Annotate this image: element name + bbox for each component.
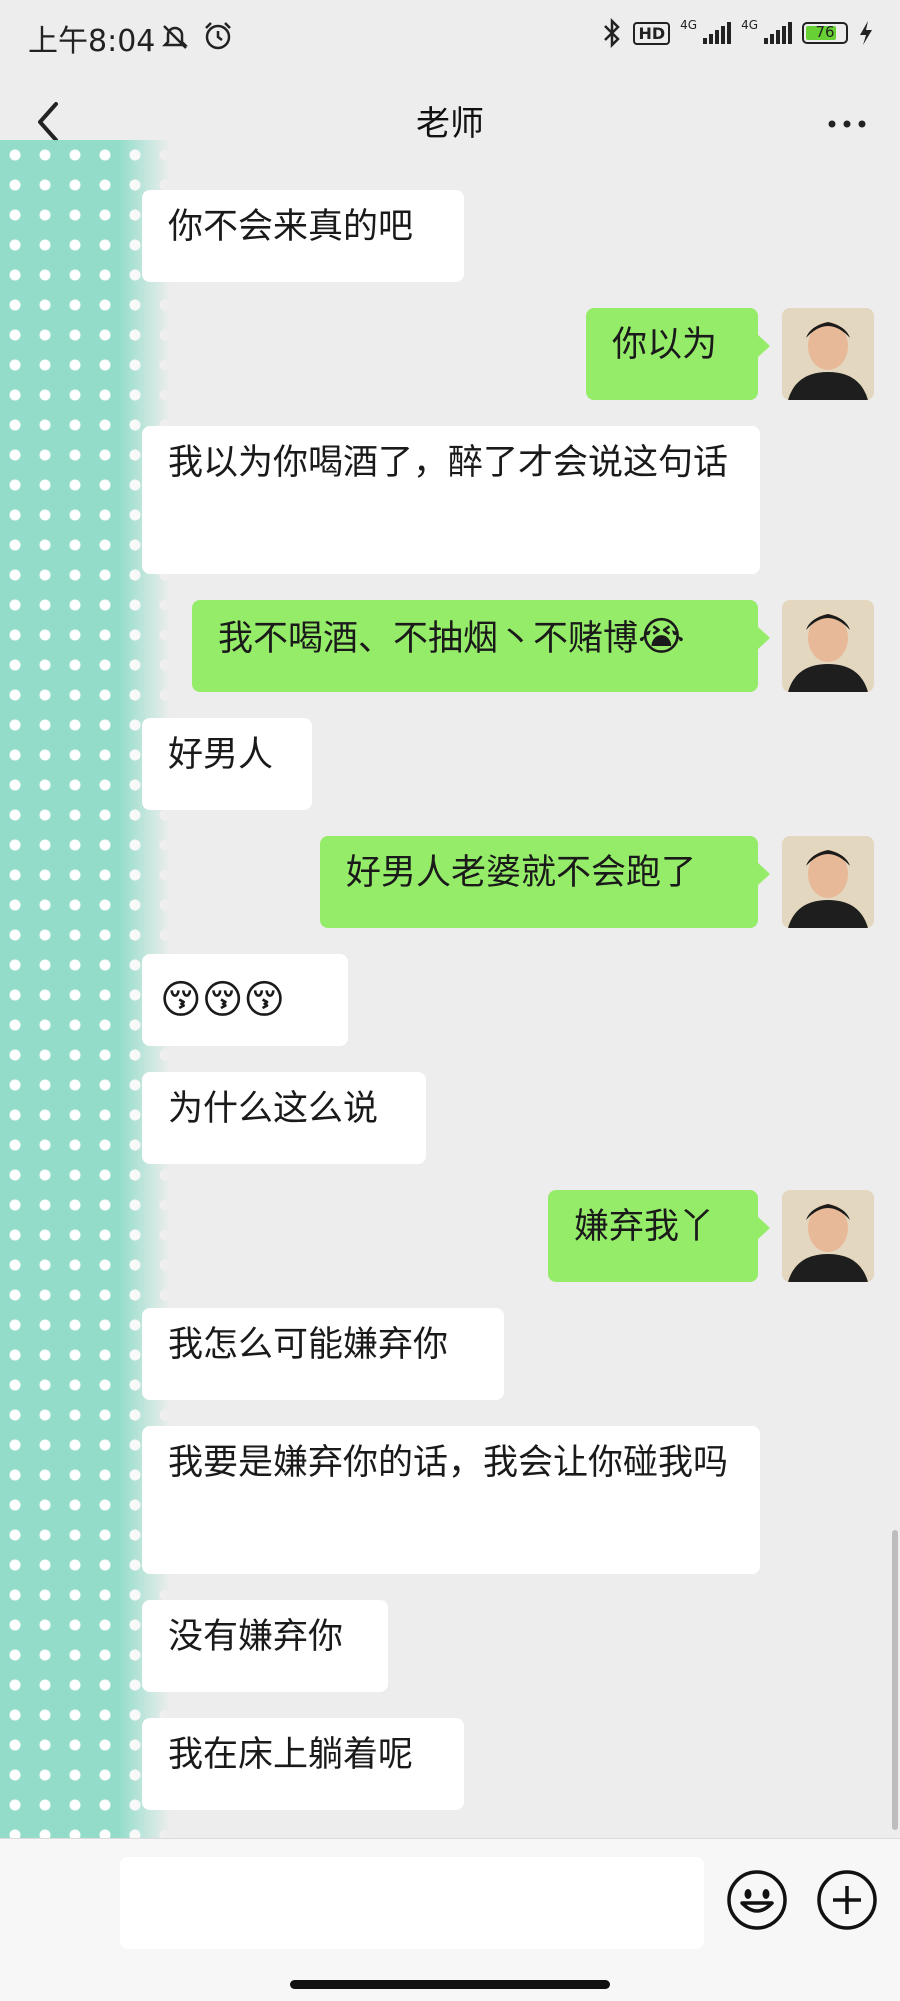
message-incoming[interactable]: 我要是嫌弃你的话，我会让你碰我吗 xyxy=(142,1426,760,1574)
status-icons: HD 4G 4G 76 xyxy=(601,18,874,48)
message-incoming-emoji[interactable]: 😚😚😚 xyxy=(142,954,348,1046)
user-photo xyxy=(782,1190,874,1282)
charging-icon xyxy=(860,21,872,45)
user-photo xyxy=(782,308,874,400)
message-incoming[interactable]: 好男人 xyxy=(142,718,312,810)
network-label-1: 4G xyxy=(680,18,698,32)
crying-face-emoji: 😭 xyxy=(638,614,685,660)
avatar[interactable] xyxy=(782,1190,874,1282)
home-indicator[interactable] xyxy=(290,1980,610,1989)
signal-icon-2 xyxy=(764,22,792,44)
page-title: 老师 xyxy=(416,104,484,144)
network-label-2: 4G xyxy=(741,18,758,32)
message-outgoing[interactable]: 嫌弃我丫 xyxy=(548,1190,770,1282)
battery-icon: 76 xyxy=(802,22,848,44)
message-outgoing[interactable]: 你以为 xyxy=(586,308,770,400)
message-incoming[interactable]: 为什么这么说 xyxy=(142,1072,426,1164)
message-text: 我不喝酒、不抽烟丶不赌博 xyxy=(218,619,639,659)
hd-badge: HD xyxy=(633,21,671,45)
signal-icon-1 xyxy=(703,22,732,44)
scrollbar[interactable] xyxy=(892,1530,898,1830)
message-input[interactable] xyxy=(120,1857,704,1949)
avatar[interactable] xyxy=(782,308,874,400)
message-incoming[interactable]: 我以为你喝酒了，醉了才会说这句话 xyxy=(142,426,760,574)
mute-icon xyxy=(161,25,189,49)
smiley-icon[interactable] xyxy=(726,1869,788,1931)
message-incoming[interactable]: 没有嫌弃你 xyxy=(142,1600,388,1692)
more-dots-icon[interactable] xyxy=(822,104,872,144)
user-photo xyxy=(782,600,874,692)
message-incoming[interactable]: 你不会来真的吧 xyxy=(142,190,464,282)
status-bar: 上午8:04 HD 4G 4G 76 xyxy=(0,0,900,76)
message-incoming[interactable]: 我怎么可能嫌弃你 xyxy=(142,1308,504,1400)
bluetooth-icon xyxy=(604,18,621,48)
plus-circle-icon[interactable] xyxy=(816,1869,878,1931)
alarm-icon xyxy=(205,22,231,50)
battery-level: 76 xyxy=(815,23,835,41)
status-time: 上午8:04 xyxy=(28,24,156,59)
message-outgoing[interactable]: 好男人老婆就不会跑了 xyxy=(320,836,770,928)
avatar[interactable] xyxy=(782,836,874,928)
message-outgoing[interactable]: 我不喝酒、不抽烟丶不赌博😭 xyxy=(192,600,770,692)
message-incoming[interactable]: 我在床上躺着呢 xyxy=(142,1718,464,1810)
user-photo xyxy=(782,836,874,928)
input-bar xyxy=(0,1838,900,2001)
avatar[interactable] xyxy=(782,600,874,692)
